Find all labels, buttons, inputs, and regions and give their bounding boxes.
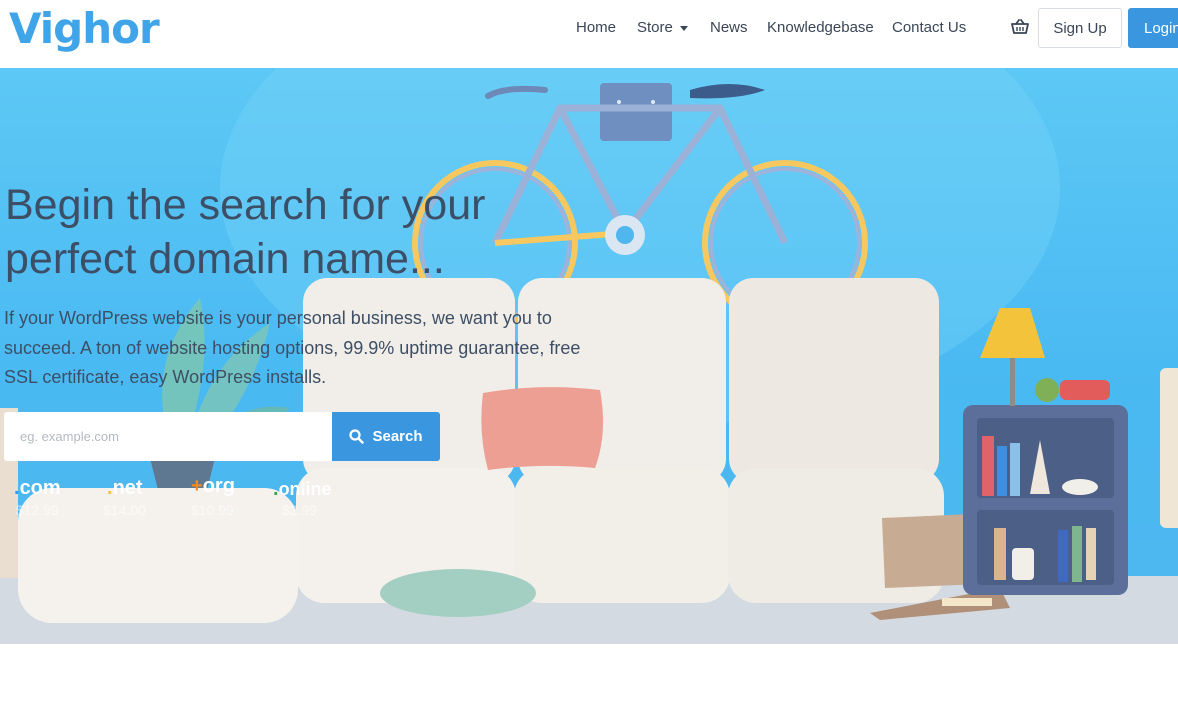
nav-knowledgebase[interactable]: Knowledgebase — [767, 19, 874, 36]
nav-store-label: Store — [637, 19, 673, 36]
tld-price: $2.99 — [282, 502, 318, 518]
chevron-down-icon — [679, 25, 688, 31]
tld-name: org — [202, 475, 235, 497]
hero-title-line2: perfect domain name... — [5, 235, 445, 283]
nav-news[interactable]: News — [710, 19, 748, 36]
signup-button[interactable]: Sign Up — [1038, 8, 1122, 48]
search-button[interactable]: Search — [332, 412, 440, 461]
tld-org[interactable]: +org — [191, 475, 235, 498]
tld-price: $10.99 — [191, 502, 234, 518]
nav-home[interactable]: Home — [576, 19, 616, 36]
search-button-label: Search — [372, 428, 423, 445]
nav-contact[interactable]: Contact Us — [892, 19, 966, 36]
tld-com[interactable]: .com — [14, 477, 61, 500]
tld-online[interactable]: .online — [273, 478, 332, 501]
nav-store[interactable]: Store — [637, 19, 688, 36]
hero-subtitle: If your WordPress website is your person… — [4, 308, 581, 387]
tld-price: $12.99 — [16, 502, 59, 518]
tld-name: online — [278, 479, 332, 499]
domain-search-input[interactable] — [4, 412, 332, 461]
tld-price: $14.00 — [103, 502, 146, 518]
brand-logo[interactable]: Vighor — [9, 4, 160, 53]
hero-title: Begin the search for your perfect domain… — [5, 178, 565, 286]
tld-name: com — [19, 477, 61, 499]
hero-section: Begin the search for your perfect domain… — [0, 68, 1178, 644]
site-header: Vighor Home Store News Knowledgebase Con… — [0, 0, 1178, 68]
login-button[interactable]: Login — [1128, 8, 1178, 48]
tld-net[interactable]: .net — [107, 477, 143, 500]
hero-title-line1: Begin the search for your — [5, 181, 486, 229]
tld-name: net — [112, 477, 143, 499]
cart-icon[interactable] — [1011, 19, 1029, 35]
search-icon — [349, 429, 365, 444]
